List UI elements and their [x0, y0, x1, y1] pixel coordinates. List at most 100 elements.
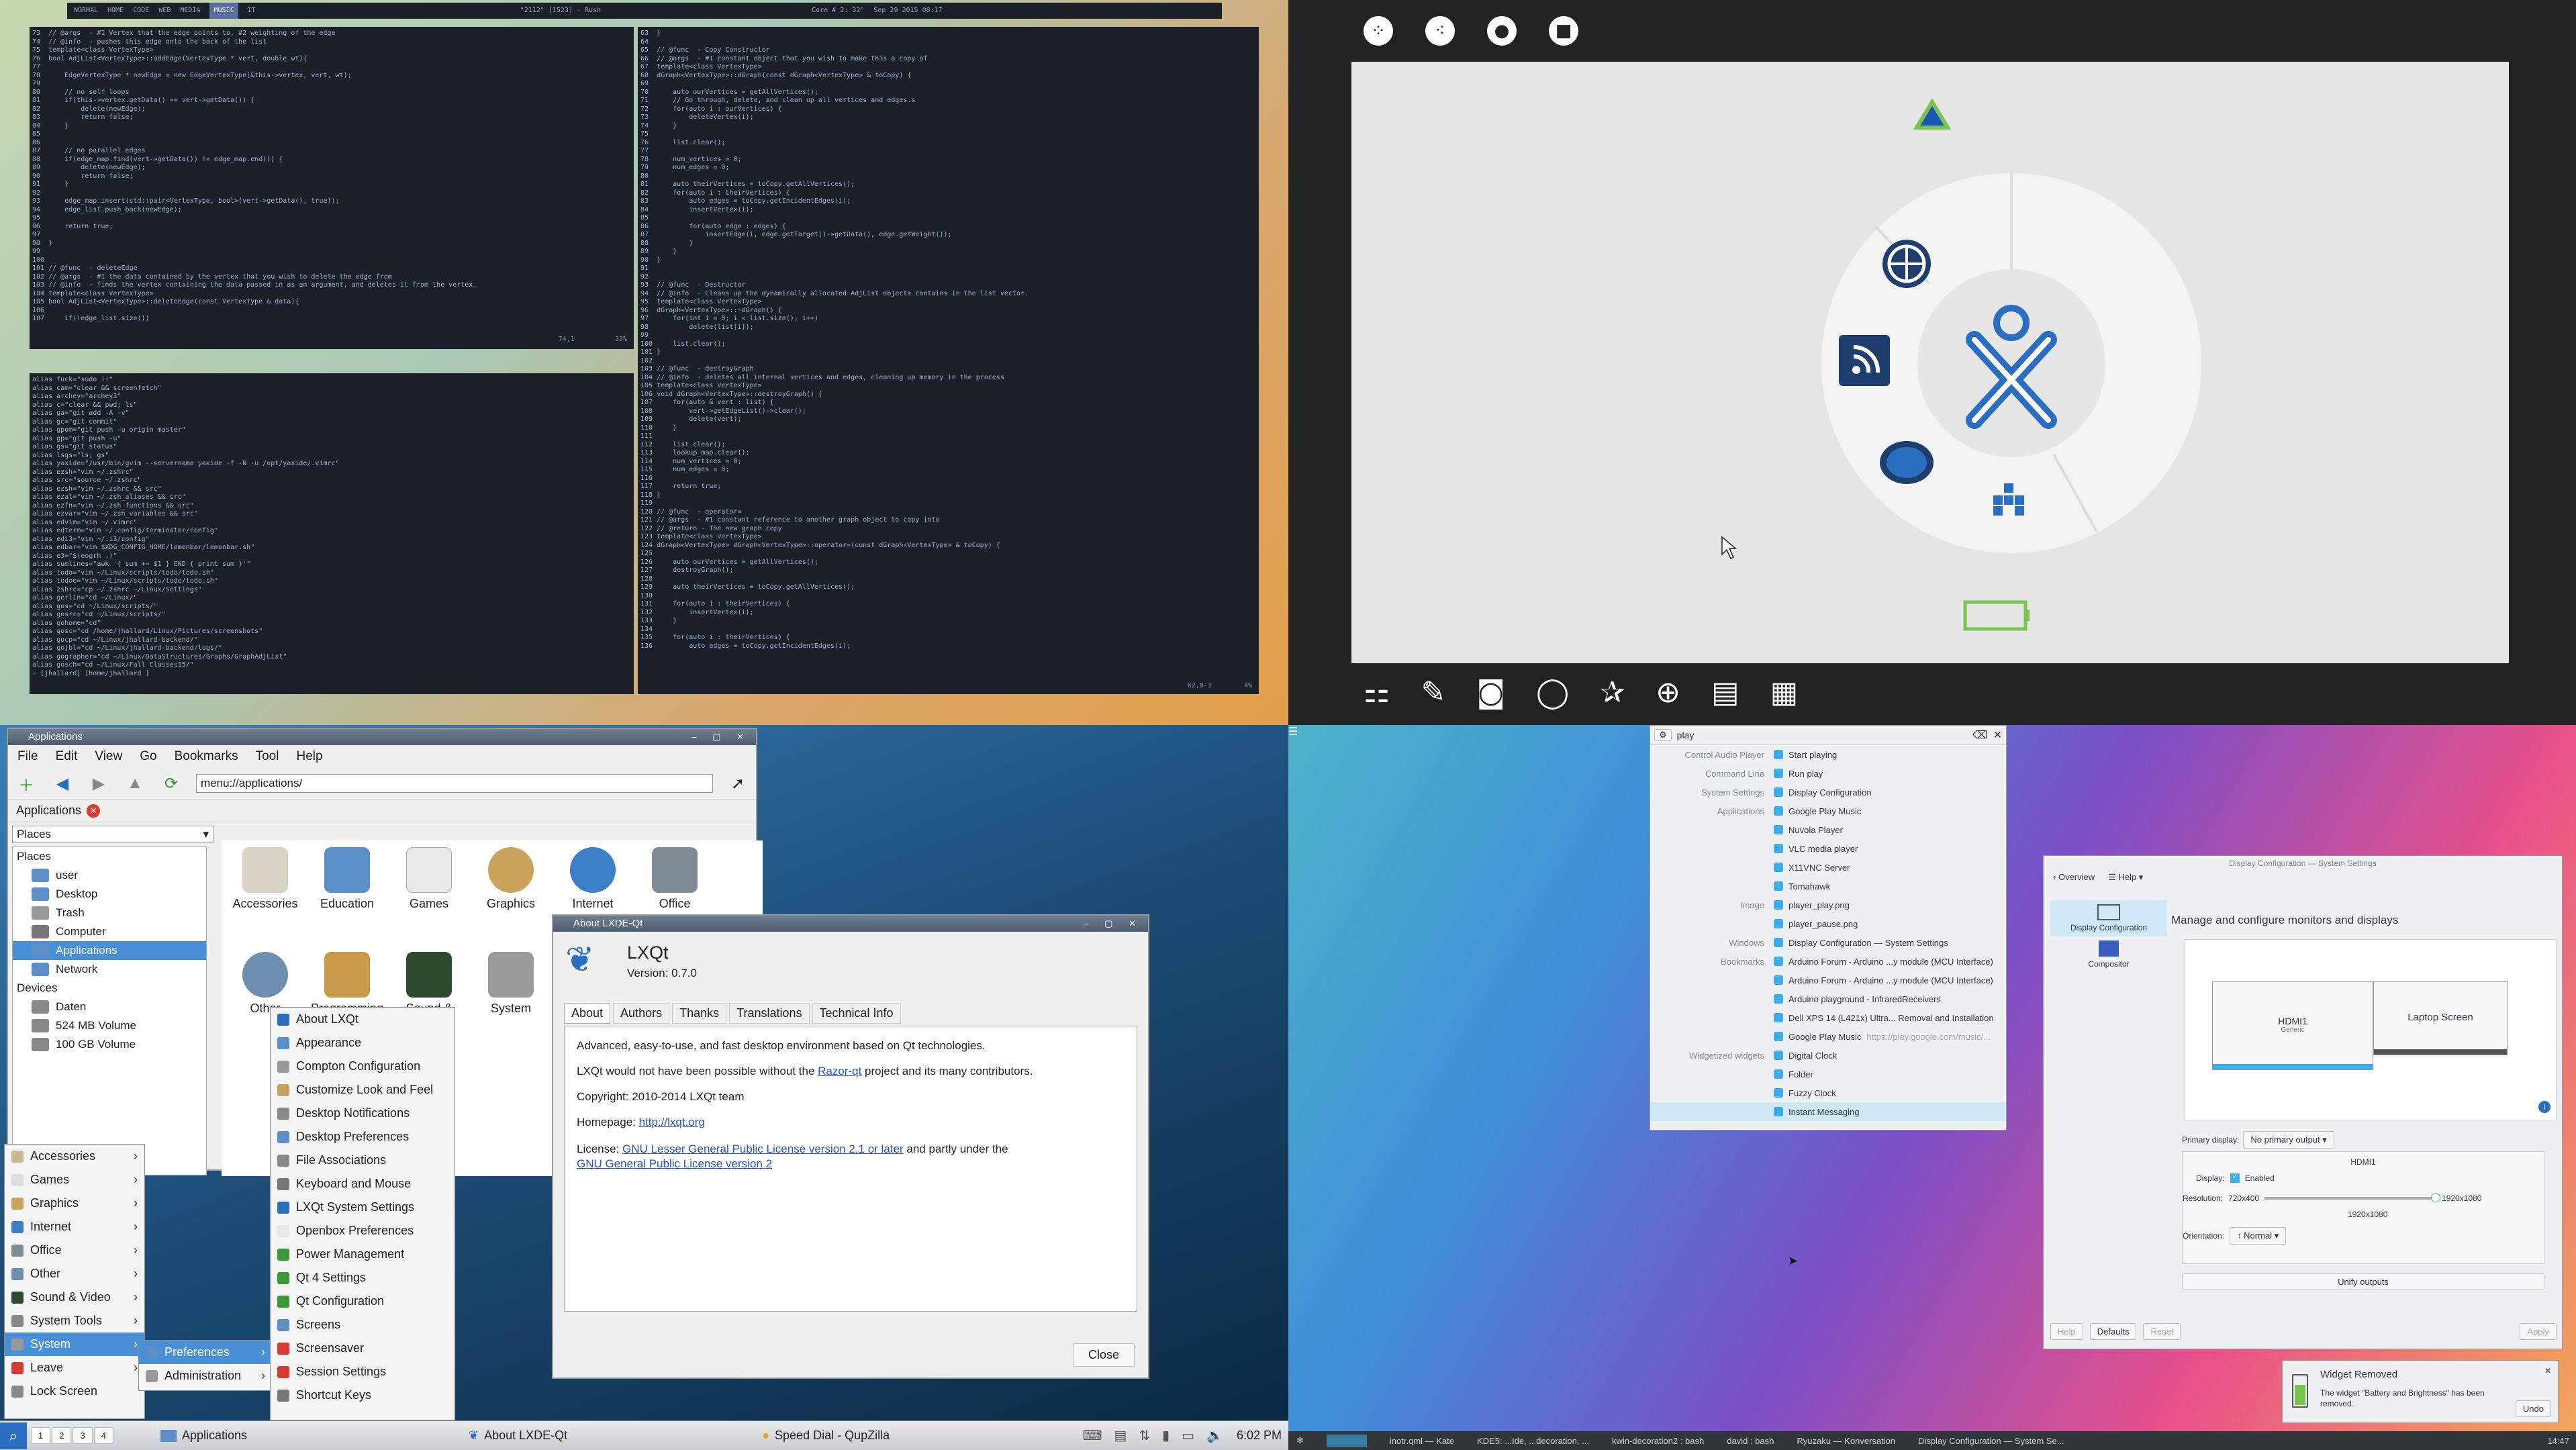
activity-view-icon[interactable]: ■ [1549, 16, 1578, 46]
taskbar-applications[interactable]: Applications [160, 1429, 247, 1443]
pref-item[interactable]: Shortcut Keys [271, 1384, 455, 1407]
shell-pane[interactable]: alias fuck="sudo !!" alias cam="clear && … [30, 373, 634, 694]
network-icon[interactable]: ⇅ [1139, 1427, 1150, 1444]
menu-go[interactable]: Go [140, 749, 156, 764]
desktop-2[interactable]: 2 [52, 1427, 72, 1444]
krunner-close-icon[interactable]: ✕ [1993, 728, 2002, 742]
apply-button[interactable]: Apply [2520, 1323, 2557, 1340]
krunner-result-row[interactable]: Nuvola Player [1650, 820, 2006, 839]
menu-edit[interactable]: Edit [56, 749, 78, 764]
place-user[interactable]: user [13, 866, 206, 885]
clear-query-icon[interactable]: ⌫ [1972, 728, 1988, 742]
pref-item[interactable]: Qt Configuration [271, 1290, 455, 1313]
task-konversation[interactable]: Ryuzaku — Konversation [1797, 1436, 1895, 1446]
krunner-result-row[interactable]: VLC media player [1650, 839, 2006, 858]
krunner-result-row[interactable]: Windows Display Configuration — System Se… [1650, 933, 2006, 952]
tab-translations[interactable]: Translations [729, 1003, 810, 1024]
submenu-administration[interactable]: Administration › [139, 1364, 272, 1388]
menu-view[interactable]: View [95, 749, 122, 764]
desktop-toolbox-icon[interactable]: ☰ [1288, 725, 1302, 738]
task-kde5[interactable]: KDE5: ...Ide, ...decoration, ... [1477, 1436, 1589, 1446]
help-footer-button[interactable]: Help [2050, 1323, 2083, 1340]
krunner-result-row[interactable]: Google Play Music https://play.google.com… [1650, 1027, 2006, 1046]
orientation-select[interactable]: ↑ Normal ▾ [2230, 1227, 2287, 1245]
pref-item[interactable]: Desktop Preferences [271, 1125, 455, 1149]
desktop-3[interactable]: 3 [73, 1427, 93, 1444]
about-titlebar[interactable]: About LXDE-Qt ‒ ▢ ✕ [553, 916, 1148, 932]
info-icon[interactable]: i [2538, 1101, 2550, 1113]
workspace-web[interactable]: WEB [158, 3, 171, 19]
sidebar-compositor[interactable]: Compositor [2050, 936, 2167, 973]
pref-item[interactable]: Power Management [271, 1243, 455, 1266]
taskbar-about-lxqt[interactable]: ❦ About LXDE-Qt [469, 1429, 567, 1443]
neighborhood-view-icon[interactable]: ⁘ [1364, 16, 1393, 46]
pref-item[interactable]: About LXQt [271, 1008, 455, 1031]
forward-icon[interactable]: ▶ [87, 772, 110, 795]
help-button[interactable]: ☰ Help ▾ [2108, 872, 2143, 883]
krunner-result-row[interactable]: Widgetized widgets Digital Clock [1650, 1046, 2006, 1065]
krunner-result-row[interactable]: Command Line Run play [1650, 764, 2006, 783]
group-view-icon[interactable]: ⁖ [1425, 16, 1455, 46]
krunner-result-row[interactable]: System Settings Display Configuration [1650, 783, 2006, 802]
star-icon[interactable]: ✰ [1600, 675, 1625, 725]
menu-system[interactable]: System › [5, 1333, 144, 1356]
defaults-button[interactable]: Defaults [2089, 1323, 2137, 1340]
start-menu-icon[interactable]: ⌕ [0, 1422, 27, 1449]
folder-other[interactable]: Other [222, 952, 309, 1016]
homepage-link[interactable]: http://lxqt.org [639, 1116, 705, 1128]
submenu-preferences[interactable]: Preferences › [139, 1341, 272, 1364]
address-bar[interactable]: menu://applications/ [196, 774, 713, 793]
pref-item[interactable]: Keyboard and Mouse [271, 1172, 455, 1196]
read-icon[interactable]: ▤ [1711, 675, 1739, 725]
journal-icon[interactable]: ⚏ [1364, 675, 1390, 725]
menu-graphics[interactable]: Graphics › [5, 1192, 144, 1215]
unify-outputs-button[interactable]: Unify outputs [2182, 1273, 2544, 1290]
settings-titlebar[interactable]: Display Configuration — System Settings [2044, 856, 2562, 871]
side-pane-selector[interactable]: Places ▾ [12, 826, 213, 843]
display-icon[interactable]: ▭ [1182, 1427, 1194, 1444]
krunner-result-row[interactable]: Folder [1650, 1065, 2006, 1083]
device-524mb[interactable]: 524 MB Volume [13, 1016, 206, 1035]
go-icon[interactable]: ➚ [726, 772, 749, 795]
krunner-result-row[interactable]: X11VNC Server [1650, 858, 2006, 877]
folder-system[interactable]: System [467, 952, 555, 1016]
menu-system-tools[interactable]: System Tools › [5, 1309, 144, 1333]
plasma-clock[interactable]: 14:47 [2547, 1436, 2569, 1446]
krunner-result-row[interactable]: Applications Google Play Music [1650, 802, 2006, 820]
vim-pane-left[interactable]: 73 // @args - #1 Vertex that the edge po… [30, 27, 634, 349]
folder-games[interactable]: Games [385, 847, 473, 911]
krunner-result-row[interactable]: Dell XPS 14 (L421x) Ultra... Removal and… [1650, 1008, 2006, 1027]
folder-office[interactable]: Office [631, 847, 718, 911]
reset-button[interactable]: Reset [2143, 1323, 2181, 1340]
pref-item[interactable]: Appearance [271, 1031, 455, 1055]
place-trash[interactable]: Trash [13, 904, 206, 922]
pref-item[interactable]: Qt 4 Settings [271, 1266, 455, 1290]
volume-icon[interactable]: 🔈 [1206, 1427, 1223, 1444]
desktop-1[interactable]: 1 [31, 1427, 51, 1444]
close-tab-icon[interactable]: ✕ [87, 804, 101, 818]
tab-authors[interactable]: Authors [613, 1003, 670, 1024]
krunner-query[interactable]: play [1677, 730, 1967, 740]
sidebar-display-configuration[interactable]: Display Configuration [2050, 900, 2167, 936]
clock[interactable]: 6:02 PM [1237, 1429, 1282, 1443]
menu-accessories[interactable]: Accessories › [5, 1145, 144, 1168]
workspace-code[interactable]: CODE [133, 3, 149, 19]
krunner-result-row[interactable]: Arduino Forum - Arduino ...y module (MCU… [1650, 971, 2006, 989]
pref-item[interactable]: Compton Configuration [271, 1055, 455, 1078]
clipboard-icon[interactable]: ▤ [1114, 1427, 1127, 1444]
gpl-link[interactable]: GNU General Public License version 2 [577, 1157, 772, 1170]
menu-lock-screen[interactable]: Lock Screen [5, 1380, 144, 1403]
menu-sound-video[interactable]: Sound & Video › [5, 1286, 144, 1309]
reload-icon[interactable]: ⟳ [160, 772, 183, 795]
resolution-slider[interactable] [2264, 1193, 2441, 1202]
folder-graphics[interactable]: Graphics [467, 847, 555, 911]
folder-internet[interactable]: Internet [549, 847, 636, 911]
pref-item[interactable]: LXQt System Settings [271, 1196, 455, 1219]
battery-tray-icon[interactable]: ▮ [1162, 1427, 1170, 1444]
krunner-config-icon[interactable]: ⚙ [1654, 729, 1672, 741]
folder-education[interactable]: Education [303, 847, 391, 911]
tab-thanks[interactable]: Thanks [672, 1003, 727, 1024]
workspace-music[interactable]: MUSIC [209, 3, 238, 19]
krunner-result-row[interactable]: Instant Messaging [1650, 1102, 2006, 1121]
menu-internet[interactable]: Internet › [5, 1215, 144, 1239]
